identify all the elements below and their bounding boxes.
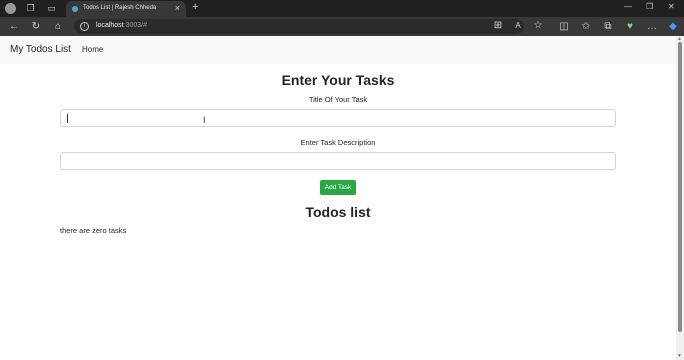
- page-title: Enter Your Tasks: [281, 72, 395, 88]
- browser-toolbar: ← ↻ ⌂ i localhost:3003/# ⊞ A ☆ ◫ ✩ ⧉ ♥ ……: [0, 17, 684, 36]
- maximize-icon[interactable]: ❐: [646, 2, 653, 11]
- nav-home-link[interactable]: Home: [82, 45, 103, 54]
- navbar-brand[interactable]: My Todos List: [10, 44, 71, 55]
- home-icon[interactable]: ⌂: [52, 21, 64, 33]
- tab-actions-icon[interactable]: ▭: [46, 3, 57, 14]
- page-scrollbar[interactable]: ▲ ▼: [676, 36, 684, 360]
- read-aloud-icon[interactable]: A: [512, 20, 524, 32]
- app-available-icon[interactable]: ⊞: [492, 20, 504, 32]
- refresh-icon[interactable]: ↻: [30, 21, 42, 33]
- web-page: My Todos List Home Enter Your Tasks Titl…: [0, 36, 676, 360]
- scrollbar-thumb[interactable]: [678, 42, 682, 332]
- todos-heading: Todos list: [305, 204, 371, 220]
- collections-icon[interactable]: ⧉: [602, 21, 614, 33]
- minimize-icon[interactable]: —: [624, 2, 632, 11]
- favorites-icon[interactable]: ✩: [580, 21, 592, 33]
- mouse-ibeam-cursor: I: [203, 115, 206, 125]
- back-icon[interactable]: ←: [8, 21, 20, 33]
- more-icon[interactable]: …: [646, 21, 658, 33]
- info-icon[interactable]: i: [80, 22, 89, 31]
- tab-close-icon[interactable]: ×: [175, 3, 180, 13]
- navbar: My Todos List Home: [0, 36, 676, 64]
- url-path: :3003/#: [123, 22, 147, 29]
- copilot-icon[interactable]: ◆: [667, 21, 679, 33]
- title-label: Title Of Your Task: [308, 95, 368, 104]
- new-tab-icon[interactable]: +: [192, 1, 198, 13]
- tab-strip: ❐ ▭ Todos List | Rajesh Chheda × + — ❐ ✕: [0, 0, 684, 17]
- close-icon[interactable]: ✕: [668, 2, 675, 11]
- browser-essentials-icon[interactable]: ♥: [624, 21, 636, 33]
- favorite-icon[interactable]: ☆: [532, 20, 544, 32]
- text-caret: [67, 114, 68, 123]
- browser-tab[interactable]: Todos List | Rajesh Chheda ×: [66, 1, 186, 17]
- url-text[interactable]: localhost:3003/#: [96, 22, 147, 29]
- add-task-button[interactable]: Add Task: [320, 180, 356, 195]
- scroll-down-icon[interactable]: ▼: [677, 353, 682, 359]
- title-input[interactable]: [60, 109, 616, 127]
- split-screen-icon[interactable]: ◫: [558, 21, 570, 33]
- empty-state-text: there are zero tasks: [60, 226, 127, 235]
- tab-title: Todos List | Rajesh Chheda: [83, 5, 157, 11]
- profile-icon[interactable]: [5, 3, 16, 14]
- url-host: localhost: [96, 22, 124, 29]
- description-input[interactable]: [60, 152, 616, 170]
- workspaces-icon[interactable]: ❐: [25, 3, 36, 14]
- tab-favicon-icon: [72, 6, 78, 12]
- address-bar[interactable]: i localhost:3003/# ⊞ A ☆: [74, 19, 542, 34]
- description-label: Enter Task Description: [300, 138, 376, 147]
